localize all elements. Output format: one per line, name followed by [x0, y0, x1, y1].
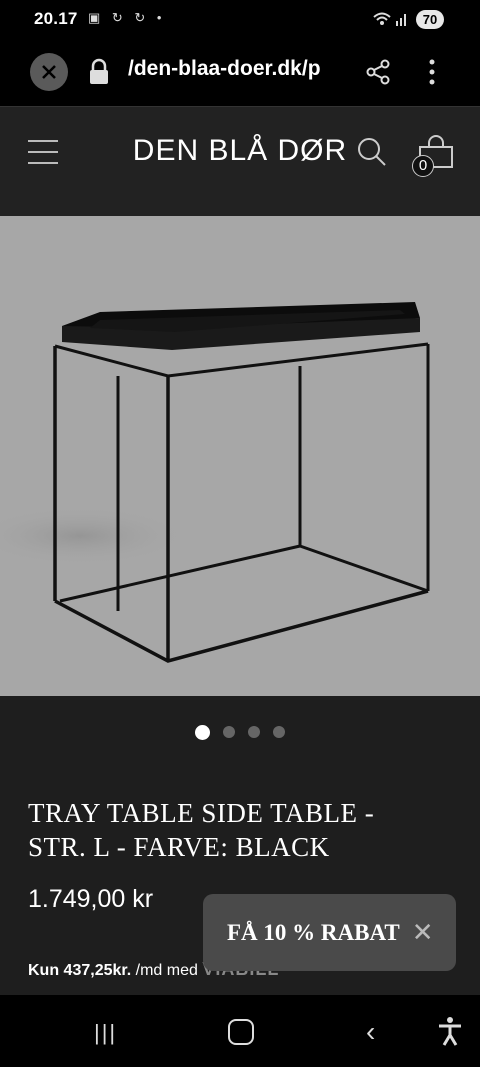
- back-button[interactable]: ‹: [366, 1016, 375, 1048]
- product-title: TRAY TABLE SIDE TABLE - STR. L - FARVE: …: [28, 796, 448, 864]
- carousel-indicator: [0, 725, 480, 740]
- signal-icon: [372, 9, 410, 30]
- product-price: 1.749,00 kr: [28, 885, 154, 913]
- installment-amount: Kun 437,25kr.: [28, 962, 132, 979]
- cart-count-badge: 0: [412, 155, 434, 177]
- share-icon[interactable]: [364, 58, 392, 91]
- lock-icon: [88, 58, 110, 91]
- carousel-dot[interactable]: [195, 725, 210, 740]
- close-icon: [42, 65, 56, 79]
- site-logo[interactable]: DEN BLÅ DØR: [0, 134, 480, 168]
- close-tab-button[interactable]: [30, 53, 68, 91]
- carousel-dot[interactable]: [223, 726, 235, 738]
- url-field[interactable]: /den-blaa-doer.dk/p: [128, 57, 342, 81]
- more-options-icon[interactable]: [424, 58, 440, 91]
- product-title-line: TRAY TABLE SIDE TABLE -: [28, 798, 375, 828]
- notification-icons: ▣ ↻ ↻ •: [88, 10, 166, 25]
- product-title-line: STR. L - FARVE: BLACK: [28, 832, 330, 862]
- installment-suffix: /md med: [131, 962, 203, 979]
- product-image[interactable]: [0, 216, 480, 696]
- carousel-dot[interactable]: [248, 726, 260, 738]
- status-time: 20.17: [34, 9, 78, 28]
- close-icon[interactable]: ✕: [412, 917, 434, 948]
- home-button[interactable]: [228, 1019, 254, 1045]
- search-icon[interactable]: [357, 137, 387, 172]
- recent-apps-button[interactable]: |||: [94, 1020, 117, 1046]
- carousel-dot[interactable]: [273, 726, 285, 738]
- discount-popup-text[interactable]: FÅ 10 % RABAT: [227, 920, 400, 946]
- discount-popup[interactable]: FÅ 10 % RABAT ✕: [203, 894, 456, 971]
- accessibility-icon[interactable]: [437, 1016, 463, 1051]
- battery-icon: 70: [416, 10, 444, 29]
